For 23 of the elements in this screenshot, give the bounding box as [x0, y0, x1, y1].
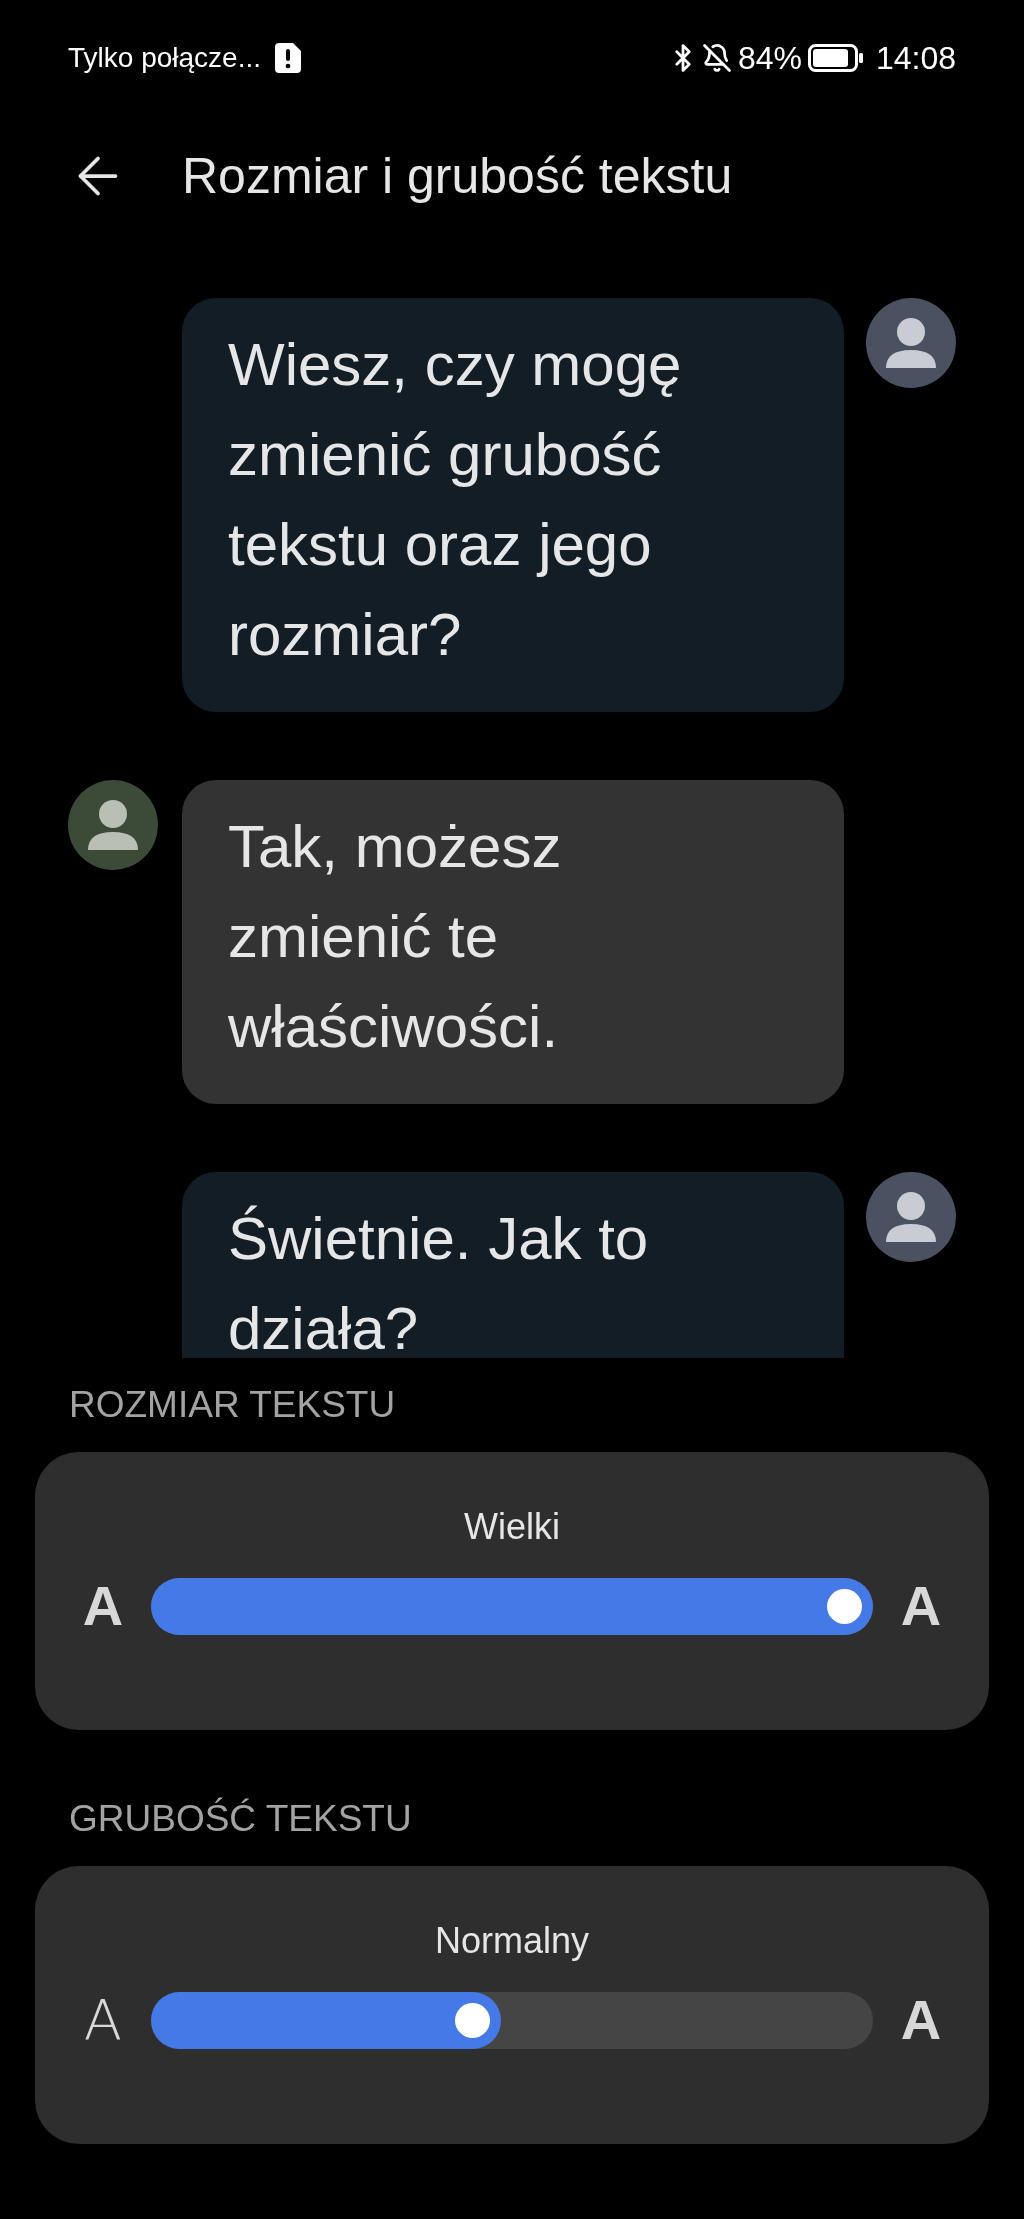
- section-heading: GRUBOŚĆ TEKSTU: [68, 1796, 413, 1841]
- slider-max-label: A: [899, 1576, 943, 1636]
- slider-value: Normalny: [434, 1919, 589, 1963]
- slider-min-label: A: [81, 1576, 125, 1636]
- page-title: Rozmiar i grubość tekstu: [182, 146, 733, 206]
- message-bubble: Świetnie. Jak to działa?: [182, 1172, 844, 1358]
- battery-percent: 84%: [737, 39, 802, 78]
- slider-track[interactable]: [151, 1991, 873, 2049]
- clock: 14:08: [875, 39, 956, 78]
- message-bubble: Tak, możesz zmienić te właściwości.: [182, 780, 844, 1104]
- slider-min-label: A: [82, 1990, 124, 2050]
- battery-icon: [807, 44, 864, 72]
- message-bubble: Wiesz, czy mogę zmienić grubość tekstu oraz jego rozmiar?: [182, 298, 844, 712]
- alert-icon: [275, 43, 301, 73]
- slider-track[interactable]: [151, 1577, 873, 1635]
- bell-off-icon: [701, 43, 732, 73]
- section-heading: ROZMIAR TEKSTU: [68, 1383, 397, 1427]
- carrier-text: Tylko połącze...: [68, 41, 261, 75]
- slider-max-label: A: [899, 1990, 943, 2050]
- slider-value: Wielki: [464, 1505, 560, 1549]
- avatar-icon: [866, 298, 956, 388]
- avatar-icon: [68, 780, 158, 870]
- avatar-icon: [866, 1172, 956, 1262]
